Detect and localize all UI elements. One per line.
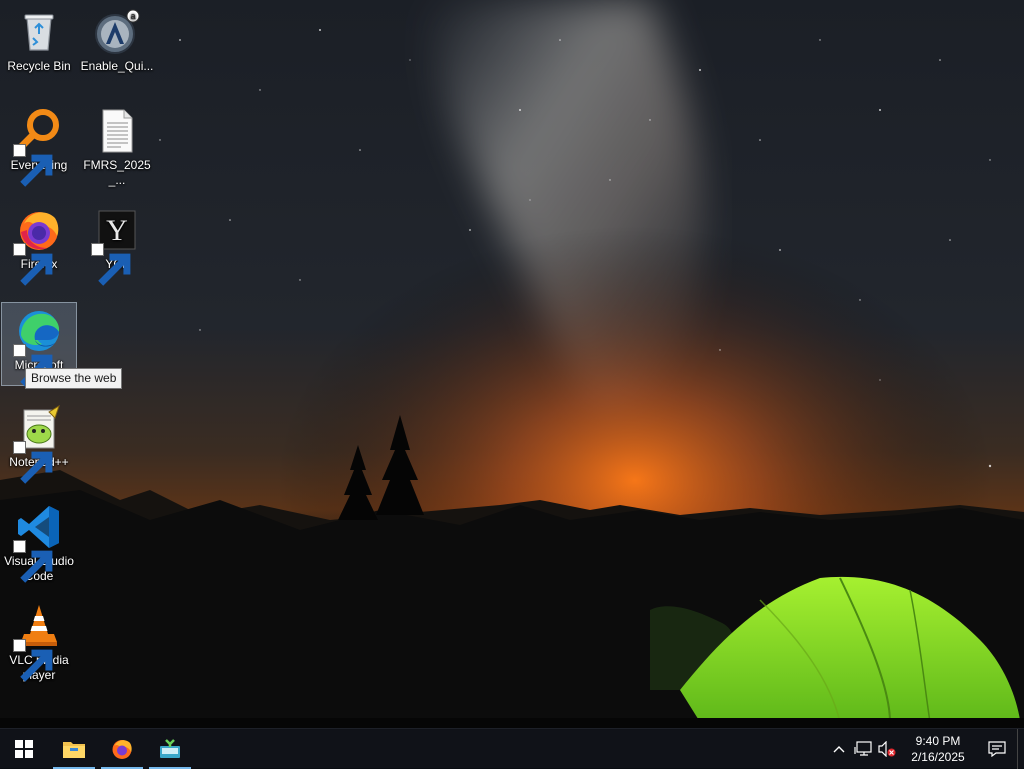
desktop-icon-notepadpp[interactable]: Notepad++ [1, 400, 77, 490]
edge-icon [13, 307, 63, 387]
desktop-icon-label: FMRS_2025_... [83, 158, 151, 187]
vlc-icon [13, 602, 63, 682]
chevron-up-icon [833, 746, 845, 753]
desktop-icon-firefox[interactable]: Firefox [1, 202, 77, 292]
desktop-icon-ycl[interactable]: Y YCL [79, 202, 155, 292]
desktop-icon-enable-qui[interactable]: a Enable_Qui... [79, 4, 155, 94]
file-explorer-icon [63, 741, 85, 758]
ycl-icon: Y [91, 206, 141, 286]
volume-muted-icon [878, 741, 896, 757]
show-desktop-button[interactable] [1017, 729, 1024, 769]
firefox-icon [112, 739, 132, 759]
text-document-icon [93, 107, 141, 155]
desktop-icon-everything[interactable]: Everything [1, 103, 77, 193]
recycle-bin-icon [15, 8, 63, 56]
action-center-button[interactable] [977, 729, 1017, 769]
tray-overflow-button[interactable] [827, 729, 851, 769]
clock-date: 2/16/2025 [911, 750, 965, 764]
desktop-icon-recycle-bin[interactable]: Recycle Bin [1, 4, 77, 94]
taskbar-app[interactable] [146, 729, 194, 769]
app-icon [160, 738, 180, 758]
taskbar-firefox[interactable] [98, 729, 146, 769]
vscode-icon [13, 503, 63, 583]
shortcut-arrow-icon [91, 243, 131, 286]
clock-time: 9:40 PM [915, 734, 961, 748]
tray-volume[interactable] [875, 729, 899, 769]
desktop-icon-vscode[interactable]: Visual Studio Code [1, 499, 77, 589]
desktop-icon-label: Recycle Bin [7, 59, 71, 73]
everything-search-icon [13, 107, 63, 187]
svg-text:Y: Y [106, 214, 128, 247]
taskbar: 9:40 PM 2/16/2025 [0, 728, 1024, 769]
shortcut-arrow-icon [13, 344, 53, 387]
shortcut-arrow-icon [13, 639, 53, 682]
start-button[interactable] [0, 729, 48, 769]
desktop-icon-vlc[interactable]: VLC media player [1, 598, 77, 688]
notepadpp-icon [13, 404, 63, 484]
tooltip: Browse the web [25, 368, 123, 389]
system-tray: 9:40 PM 2/16/2025 [827, 729, 1024, 769]
aimp-icon: a [93, 8, 141, 56]
desktop-icon-fmrs[interactable]: FMRS_2025_... [79, 103, 155, 193]
firefox-icon [13, 206, 63, 286]
svg-text:a: a [130, 11, 135, 21]
shortcut-arrow-icon [13, 243, 53, 286]
desktop-icon-label: Enable_Qui... [80, 59, 154, 73]
clock[interactable]: 9:40 PM 2/16/2025 [905, 733, 971, 765]
network-icon [854, 741, 872, 756]
windows-start-icon [15, 739, 33, 758]
taskbar-file-explorer[interactable] [50, 729, 98, 769]
tray-network[interactable] [851, 729, 875, 769]
shortcut-arrow-icon [13, 144, 53, 187]
shortcut-arrow-icon [13, 540, 53, 583]
action-center-icon [988, 741, 1006, 757]
shortcut-arrow-icon [13, 441, 53, 484]
